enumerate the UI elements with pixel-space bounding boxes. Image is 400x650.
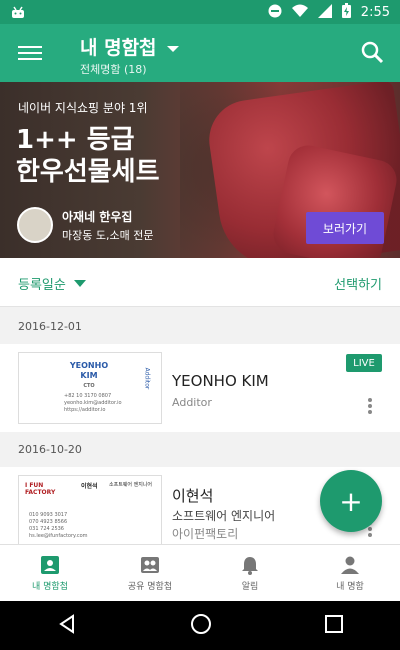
select-button[interactable]: 선택하기: [334, 274, 382, 293]
thumb-email: yeonho.kim@additor.io: [64, 400, 122, 406]
sort-label: 등록일순: [18, 278, 66, 293]
add-card-button[interactable]: +: [320, 470, 382, 532]
contact-name: 이현석: [172, 487, 214, 505]
sort-dropdown[interactable]: 등록일순: [18, 274, 86, 293]
view-button[interactable]: 보러가기: [306, 212, 384, 244]
thumb-name: 이현석: [81, 483, 98, 490]
menu-icon[interactable]: [18, 42, 42, 62]
person-icon: [340, 555, 360, 575]
promo-banner[interactable]: 네이버 지식쇼핑 분야 1위 1++ 등급 한우선물세트 아재네 한우집 마장동…: [0, 82, 400, 258]
nav-label: 내 명함: [336, 582, 364, 592]
search-icon[interactable]: [360, 40, 384, 64]
shop-name: 아재네 한우집: [62, 210, 133, 224]
thumb-name-line2: KIM: [80, 371, 98, 380]
battery-icon: [341, 3, 351, 22]
thumb-name-line1: YEONHO: [69, 361, 109, 370]
back-icon[interactable]: [57, 613, 77, 638]
more-options-icon[interactable]: [368, 396, 372, 416]
nav-label: 내 명함첩: [32, 582, 68, 592]
nav-label: 공유 명함첩: [127, 582, 173, 592]
nav-shared-cardbook[interactable]: 공유 명함첩: [100, 545, 200, 602]
sort-bar: 등록일순 선택하기: [0, 258, 400, 307]
chevron-down-icon: [73, 280, 86, 287]
status-bar: 2:55: [0, 0, 400, 24]
bell-icon: [240, 555, 260, 575]
contact-company: 아이펀팩토리: [172, 527, 239, 541]
recents-icon[interactable]: [325, 614, 344, 637]
nav-my-cardbook[interactable]: 내 명함첩: [0, 545, 100, 602]
thumb-phone1: 010 9093 3017: [29, 512, 68, 518]
dnd-icon: [268, 4, 282, 22]
nav-my-card[interactable]: 내 명함: [300, 545, 400, 602]
shop-description: 마장동 도,소매 전문: [62, 229, 154, 242]
card-thumbnail: I FUN FACTORY 이현석 소프트웨어 엔지니어 010 9093 30…: [18, 475, 162, 545]
page-subtitle: 전체명함 (18): [80, 63, 147, 76]
title-dropdown[interactable]: 내 명함첩 전체명함 (18): [80, 33, 179, 77]
thumb-title: CTO: [83, 383, 95, 389]
page-title: 내 명함첩: [80, 37, 157, 59]
nav-label: 알림: [241, 582, 259, 592]
contact-company: Additor: [172, 396, 212, 409]
chevron-down-icon: [166, 45, 179, 52]
thumb-logo: Additor: [143, 367, 151, 390]
contact-name: YEONHO KIM: [172, 372, 269, 390]
thumb-phone: +82 10 3170 0807: [64, 393, 112, 399]
banner-headline-line1: 1++ 등급: [16, 125, 135, 155]
date-header: 2016-10-20: [18, 443, 82, 456]
app-bar: 내 명함첩 전체명함 (18): [0, 24, 400, 82]
wifi-icon: [291, 4, 308, 22]
system-navigation-bar: [0, 601, 400, 650]
signal-icon: [317, 3, 332, 22]
bottom-navigation: 내 명함첩 공유 명함첩 알림 내 명함: [0, 544, 400, 602]
cardbook-icon: [40, 555, 60, 575]
nav-notifications[interactable]: 알림: [200, 545, 300, 602]
thumb-url: https://additor.io: [64, 407, 106, 413]
android-icon: [10, 4, 26, 24]
thumb-logo: I FUN FACTORY: [25, 482, 56, 496]
thumb-email: hs.lee@ifunfactory.com: [29, 533, 88, 539]
banner-tagline: 네이버 지식쇼핑 분야 1위: [18, 101, 148, 115]
thumb-title: 소프트웨어 엔지니어: [109, 482, 152, 488]
banner-headline: 1++ 등급 한우선물세트: [16, 124, 160, 188]
shared-cardbook-icon: [140, 555, 160, 575]
banner-headline-line2: 한우선물세트: [16, 157, 160, 187]
clock-time: 2:55: [360, 5, 390, 20]
shop-avatar: [17, 207, 53, 243]
thumb-phone2: 070 4923 8566: [29, 519, 68, 525]
live-badge: LIVE: [346, 354, 382, 372]
contact-title: 소프트웨어 엔지니어: [172, 509, 276, 523]
date-header: 2016-12-01: [18, 320, 82, 333]
card-row[interactable]: YEONHO KIM CTO +82 10 3170 0807 yeonho.k…: [0, 344, 400, 432]
card-thumbnail: YEONHO KIM CTO +82 10 3170 0807 yeonho.k…: [18, 352, 162, 424]
thumb-phone3: 031 724 2536: [29, 526, 64, 532]
home-icon[interactable]: [190, 613, 212, 639]
